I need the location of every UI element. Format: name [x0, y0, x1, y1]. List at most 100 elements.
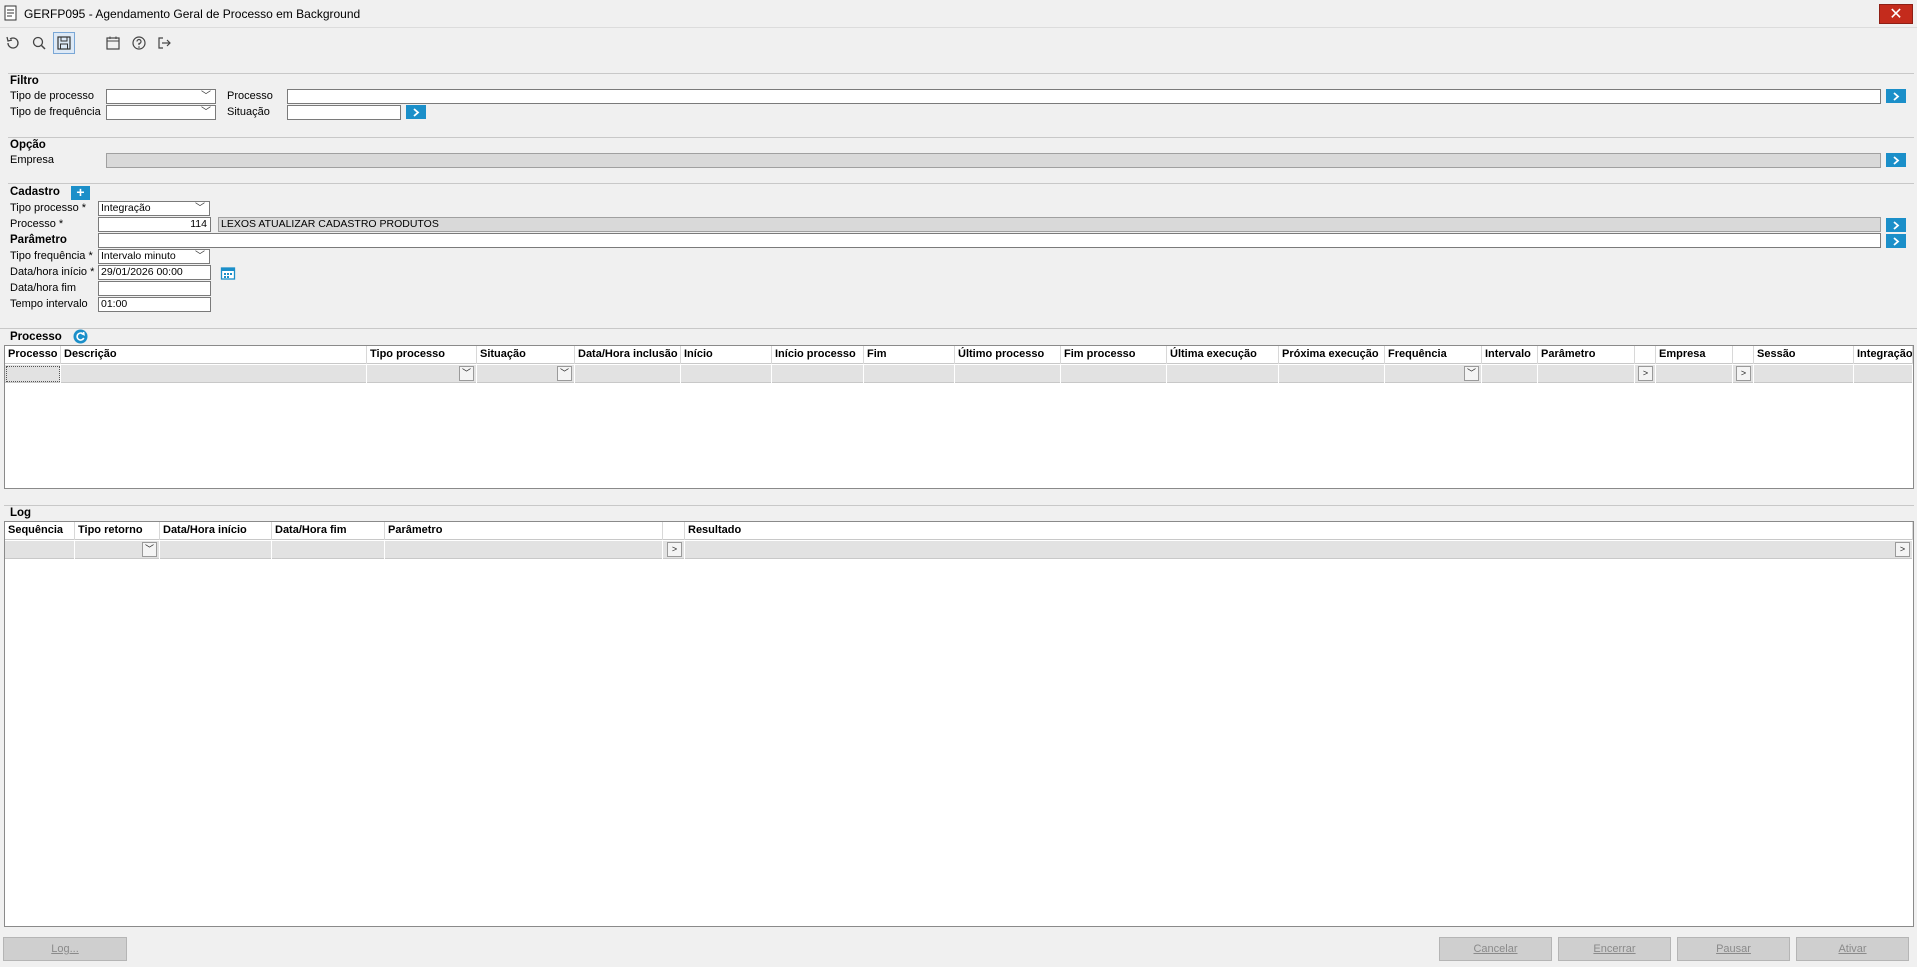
- processo-grid-filter-cell[interactable]: [864, 365, 955, 383]
- processo-grid-filter-cell[interactable]: [1279, 365, 1385, 383]
- ativar-button[interactable]: Ativar: [1796, 937, 1909, 961]
- close-button[interactable]: ✕: [1879, 4, 1913, 24]
- processo-grid-filter-row[interactable]: ﹀ ﹀ ﹀ > >: [5, 365, 1913, 383]
- log-grid-filter-cell[interactable]: [385, 541, 663, 559]
- log-grid-filter-cell[interactable]: [160, 541, 272, 559]
- processo-grid-column-header[interactable]: Última execução: [1167, 346, 1279, 364]
- processo-grid-column-header[interactable]: Último processo: [955, 346, 1061, 364]
- processo-grid-filter-cell[interactable]: [1167, 365, 1279, 383]
- chevron-down-icon[interactable]: ﹀: [1464, 366, 1479, 381]
- cadastro-parametro-input[interactable]: [98, 233, 1881, 248]
- cadastro-processo-code-input[interactable]: 114: [98, 217, 211, 232]
- chevron-down-icon: ﹀: [201, 107, 211, 118]
- search-icon[interactable]: [28, 32, 50, 54]
- log-grid-column-header[interactable]: Sequência: [5, 522, 75, 540]
- processo-grid-filter-cell[interactable]: [1656, 365, 1733, 383]
- processo-grid-filter-cell[interactable]: [1538, 365, 1635, 383]
- filtro-processo-input[interactable]: [287, 89, 1881, 104]
- undo-icon[interactable]: [2, 32, 24, 54]
- help-icon[interactable]: [128, 32, 150, 54]
- log-grid[interactable]: Sequência Tipo retorno Data/Hora início Dat…: [4, 521, 1914, 927]
- processo-grid-column-header[interactable]: Fim processo: [1061, 346, 1167, 364]
- processo-grid-filter-cell[interactable]: >: [1733, 365, 1754, 383]
- processo-grid-filter-cell[interactable]: [681, 365, 772, 383]
- processo-grid-filter-cell[interactable]: [61, 365, 367, 383]
- processo-grid[interactable]: Processo Descrição Tipo processo Situação Da…: [4, 345, 1914, 489]
- log-grid-column-header[interactable]: Resultado: [685, 522, 1913, 540]
- filtro-situacao-go-button[interactable]: [406, 105, 426, 119]
- log-grid-filter-cell[interactable]: [5, 541, 75, 559]
- log-grid-filter-row[interactable]: ﹀ > >: [5, 541, 1913, 559]
- processo-grid-filter-cell[interactable]: [955, 365, 1061, 383]
- save-icon[interactable]: [53, 32, 75, 54]
- processo-grid-column-header[interactable]: Parâmetro: [1538, 346, 1635, 364]
- pausar-button[interactable]: Pausar: [1677, 937, 1790, 961]
- log-button[interactable]: Log...: [3, 937, 127, 961]
- log-grid-filter-cell[interactable]: ﹀: [75, 541, 160, 559]
- processo-grid-column-header[interactable]: Empresa: [1656, 346, 1733, 364]
- processo-grid-column-header[interactable]: Próxima execução: [1279, 346, 1385, 364]
- chevron-down-icon[interactable]: ﹀: [557, 366, 572, 381]
- processo-grid-column-header[interactable]: Sessão: [1754, 346, 1854, 364]
- chevron-down-icon[interactable]: ﹀: [459, 366, 474, 381]
- exit-icon[interactable]: [153, 32, 175, 54]
- log-grid-filter-cell[interactable]: [272, 541, 385, 559]
- cadastro-data-fim-input[interactable]: [98, 281, 211, 296]
- log-grid-column-header[interactable]: Tipo retorno: [75, 522, 160, 540]
- date-picker-icon[interactable]: [220, 265, 236, 281]
- processo-grid-column-header[interactable]: Início: [681, 346, 772, 364]
- processo-grid-filter-cell[interactable]: [1754, 365, 1854, 383]
- log-grid-filter-cell[interactable]: >: [685, 541, 1913, 559]
- cadastro-tempo-intervalo-input[interactable]: 01:00: [98, 297, 211, 312]
- processo-grid-filter-cell[interactable]: >: [1635, 365, 1656, 383]
- cadastro-processo-go-button[interactable]: [1886, 218, 1906, 232]
- processo-grid-column-header[interactable]: Frequência: [1385, 346, 1482, 364]
- filtro-situacao-input[interactable]: [287, 105, 401, 120]
- processo-grid-filter-cell[interactable]: [1061, 365, 1167, 383]
- encerrar-button[interactable]: Encerrar: [1558, 937, 1671, 961]
- filtro-tipo-frequencia-select[interactable]: ﹀: [106, 105, 216, 120]
- processo-grid-filter-cell[interactable]: [575, 365, 681, 383]
- opcao-empresa-input[interactable]: [106, 153, 1881, 168]
- processo-grid-column-header[interactable]: Início processo: [772, 346, 864, 364]
- cadastro-parametro-go-button[interactable]: [1886, 234, 1906, 248]
- processo-grid-column-header[interactable]: Tipo processo: [367, 346, 477, 364]
- opcao-empresa-go-button[interactable]: [1886, 153, 1906, 167]
- processo-grid-column-header[interactable]: Processo: [5, 346, 61, 364]
- processo-grid-column-header[interactable]: Descrição: [61, 346, 367, 364]
- log-grid-filter-cell[interactable]: >: [663, 541, 685, 559]
- chevron-right-icon[interactable]: >: [1895, 542, 1910, 557]
- processo-grid-column-header[interactable]: Data/Hora inclusão: [575, 346, 681, 364]
- add-button[interactable]: +: [71, 185, 90, 200]
- processo-grid-column-header[interactable]: [1733, 346, 1754, 364]
- processo-grid-column-header[interactable]: [1635, 346, 1656, 364]
- processo-grid-filter-cell[interactable]: [772, 365, 864, 383]
- log-grid-column-header[interactable]: Parâmetro: [385, 522, 663, 540]
- processo-grid-filter-cell[interactable]: [1854, 365, 1913, 383]
- filtro-processo-go-button[interactable]: [1886, 89, 1906, 103]
- chevron-down-icon[interactable]: ﹀: [142, 542, 157, 557]
- cadastro-tipo-processo-select[interactable]: Integração ﹀: [98, 201, 210, 216]
- chevron-right-icon[interactable]: >: [1638, 366, 1653, 381]
- refresh-icon[interactable]: [73, 329, 88, 344]
- cadastro-data-inicio-input[interactable]: 29/01/2026 00:00: [98, 265, 211, 280]
- processo-grid-filter-cell[interactable]: ﹀: [1385, 365, 1482, 383]
- log-grid-column-header[interactable]: Data/Hora início: [160, 522, 272, 540]
- processo-grid-filter-cell[interactable]: ﹀: [477, 365, 575, 383]
- processo-grid-column-header[interactable]: Situação: [477, 346, 575, 364]
- cadastro-tipo-frequencia-select[interactable]: Intervalo minuto ﹀: [98, 249, 210, 264]
- chevron-right-icon[interactable]: >: [667, 542, 682, 557]
- processo-grid-column-header[interactable]: Fim: [864, 346, 955, 364]
- filtro-tipo-processo-select[interactable]: ﹀: [106, 89, 216, 104]
- chevron-right-icon[interactable]: >: [1736, 366, 1751, 381]
- chevron-right-icon: [1893, 236, 1900, 246]
- log-grid-column-header[interactable]: Data/Hora fim: [272, 522, 385, 540]
- processo-grid-column-header[interactable]: Integração: [1854, 346, 1913, 364]
- processo-grid-filter-cell[interactable]: ﹀: [367, 365, 477, 383]
- processo-grid-filter-cell[interactable]: [1482, 365, 1538, 383]
- processo-grid-column-header[interactable]: Intervalo: [1482, 346, 1538, 364]
- cancelar-button[interactable]: Cancelar: [1439, 937, 1552, 961]
- calendar-icon[interactable]: [102, 32, 124, 54]
- log-grid-column-header[interactable]: [663, 522, 685, 540]
- processo-grid-filter-cell[interactable]: [5, 365, 61, 383]
